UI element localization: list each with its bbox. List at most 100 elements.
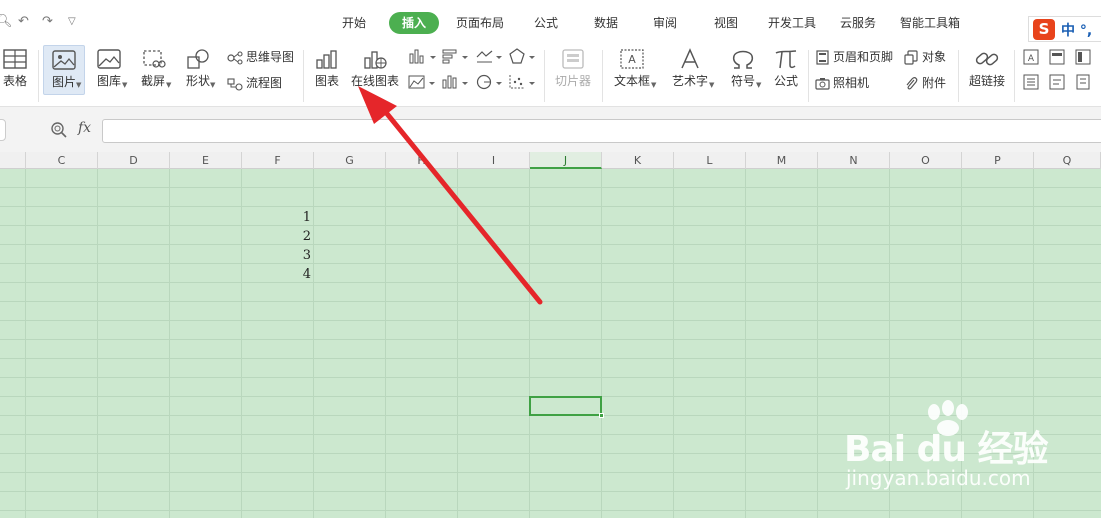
redo-icon[interactable]: ↷ (42, 14, 53, 30)
pie-chart-dropdown[interactable] (475, 74, 505, 93)
column-header-d[interactable]: D (98, 152, 170, 169)
line-chart-dropdown[interactable] (475, 48, 505, 67)
column-header-c[interactable]: C (26, 152, 98, 169)
stock-chart-dropdown[interactable] (441, 74, 471, 93)
tab-smart-toolbox[interactable]: 智能工具箱 (895, 12, 965, 34)
column-header-edge[interactable] (0, 152, 26, 169)
insert-row-icon[interactable] (1049, 49, 1065, 68)
wordart-dropdown-icon[interactable]: ▼ (709, 81, 714, 89)
mindmap-label: 思维导图 (246, 50, 295, 64)
list-small-icon[interactable] (1023, 74, 1039, 93)
tab-review[interactable]: 审阅 (646, 12, 684, 34)
tab-cloud[interactable]: 云服务 (836, 12, 880, 34)
column-header-e[interactable]: E (170, 152, 242, 169)
attachment-button[interactable]: 附件 (904, 74, 946, 92)
mindmap-icon (227, 50, 243, 65)
mindmap-button[interactable]: 思维导图 (227, 48, 294, 66)
cell-value[interactable]: 4 (241, 265, 311, 284)
cell-value[interactable]: 1 (241, 208, 311, 227)
tab-insert[interactable]: 插入 (389, 12, 439, 34)
camera-button[interactable]: 照相机 (815, 74, 869, 92)
menu-bar: 🔍︎ ↶ ↷ ▽ 开始 插入 页面布局 公式 数据 审阅 视图 开发工具 云服务… (0, 0, 1101, 44)
horizontal-bar-icon (442, 49, 468, 64)
insert-column-icon[interactable] (1075, 49, 1091, 68)
header-footer-button[interactable]: 页眉和页脚 (815, 48, 893, 66)
column-header-p[interactable]: P (962, 152, 1034, 169)
textbox-dropdown-icon[interactable]: ▼ (651, 81, 656, 89)
picture-dropdown-icon[interactable]: ▼ (76, 81, 81, 89)
svg-text:A: A (628, 53, 636, 66)
object-button[interactable]: 对象 (904, 48, 946, 66)
table-button[interactable]: 表格 (0, 48, 30, 88)
column-header-h[interactable]: H (386, 152, 458, 169)
online-chart-button[interactable]: 在线图表 (348, 48, 402, 88)
shapes-dropdown-icon[interactable]: ▼ (210, 81, 215, 89)
symbol-dropdown-icon[interactable]: ▼ (756, 81, 761, 89)
column-header-k[interactable]: K (602, 152, 674, 169)
area-chart-icon (408, 75, 435, 89)
cell-value[interactable]: 2 (241, 227, 311, 246)
cell-value[interactable]: 3 (241, 246, 311, 265)
radar-chart-icon (509, 48, 535, 64)
bar-chart-icon (316, 50, 337, 69)
tab-developer[interactable]: 开发工具 (763, 12, 821, 34)
radar-chart-dropdown[interactable] (508, 48, 538, 67)
hyperlink-label: 超链接 (968, 74, 1005, 88)
preview-icon[interactable]: 🔍︎ (0, 14, 13, 30)
column-header-g[interactable]: G (314, 152, 386, 169)
column-header-o[interactable]: O (890, 152, 962, 169)
symbol-button[interactable]: 符号 (726, 48, 760, 88)
zoom-search-icon[interactable] (50, 121, 68, 142)
link-icon (975, 52, 999, 66)
formula-input[interactable] (102, 119, 1101, 143)
textbox-button[interactable]: A 文本框 (609, 48, 655, 88)
column-header-n[interactable]: N (818, 152, 890, 169)
column-header-l[interactable]: L (674, 152, 746, 169)
chart-button[interactable]: 图表 (311, 48, 343, 88)
slicer-button[interactable]: 切片器 (551, 48, 595, 88)
tab-data[interactable]: 数据 (587, 12, 625, 34)
selected-cell[interactable] (529, 396, 604, 418)
line-chart-icon (476, 50, 502, 63)
column-header-m[interactable]: M (746, 152, 818, 169)
wordart-button[interactable]: 艺术字 (667, 48, 713, 88)
undo-icon[interactable]: ↶ (18, 14, 29, 30)
tab-start[interactable]: 开始 (334, 12, 374, 34)
gallery-dropdown-icon[interactable]: ▼ (122, 81, 127, 89)
pi-icon (775, 50, 797, 69)
column-header-f[interactable]: F (242, 152, 314, 169)
flowchart-label: 流程图 (246, 76, 283, 90)
watermark-brand: Bai du 经验 (844, 429, 1049, 470)
formula-button[interactable]: 公式 (770, 48, 802, 88)
bar-chart-dropdown[interactable] (441, 48, 471, 67)
column-header-i[interactable]: I (458, 152, 530, 169)
tab-formula[interactable]: 公式 (527, 12, 565, 34)
screenshot-icon (143, 50, 166, 68)
ime-status: 中 °, (1061, 23, 1093, 39)
fx-icon[interactable]: fx (78, 120, 91, 136)
quick-access-dropdown-icon[interactable]: ▽ (68, 14, 76, 30)
flowchart-button[interactable]: 流程图 (227, 74, 282, 92)
document-small-icon[interactable] (1049, 74, 1065, 93)
scatter-chart-dropdown[interactable] (508, 74, 538, 93)
page-small-icon[interactable] (1075, 74, 1091, 93)
column-chart-dropdown[interactable] (408, 48, 438, 67)
area-chart-dropdown[interactable] (408, 74, 438, 93)
ime-toolbar[interactable]: S 中 °, (1028, 16, 1101, 42)
textbox-small-icon[interactable]: A (1023, 49, 1039, 68)
picture-icon (52, 50, 76, 70)
column-header-j[interactable]: J (530, 152, 602, 169)
column-chart-icon (409, 49, 436, 64)
screenshot-dropdown-icon[interactable]: ▼ (166, 81, 171, 89)
object-icon (904, 50, 918, 65)
hyperlink-button[interactable]: 超链接 (965, 48, 1009, 88)
object-label: 对象 (922, 50, 947, 64)
name-box[interactable] (0, 119, 6, 141)
wordart-label: 艺术字 (671, 74, 708, 88)
ribbon-separator (958, 50, 959, 102)
tab-page-layout[interactable]: 页面布局 (451, 12, 509, 34)
tab-view[interactable]: 视图 (707, 12, 745, 34)
fill-handle[interactable] (599, 413, 604, 418)
chart-label: 图表 (314, 74, 339, 88)
column-header-q[interactable]: Q (1034, 152, 1101, 169)
